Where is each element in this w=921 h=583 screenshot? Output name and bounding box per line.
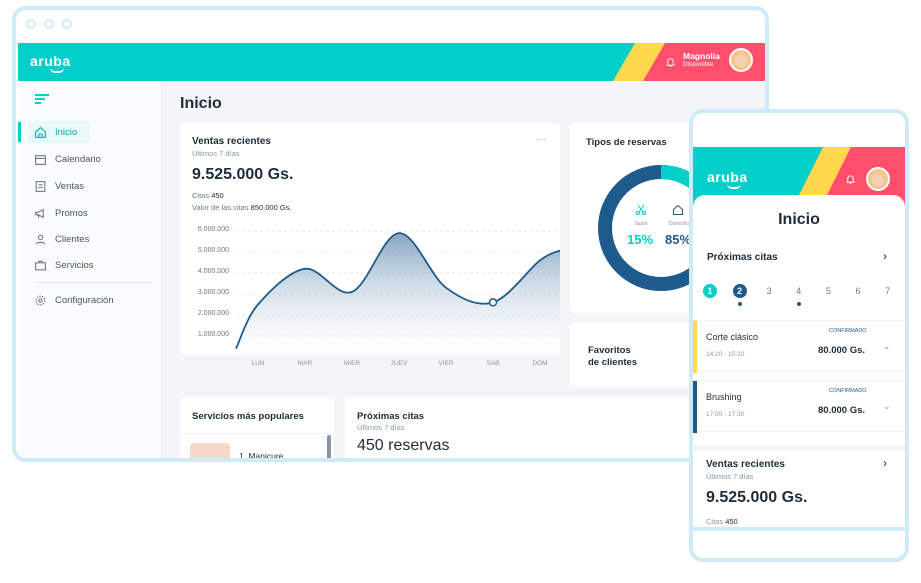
upcoming-count: 450 reservas — [357, 437, 450, 454]
phone-sales-subtitle: Últimos 7 días — [706, 472, 754, 481]
menu-icon[interactable] — [34, 93, 50, 105]
sidebar-item-clientes[interactable]: Clientes — [34, 229, 89, 249]
salon-percent: 15% — [627, 232, 654, 247]
sidebar-item-promos[interactable]: Promos — [34, 203, 88, 223]
scrollbar[interactable] — [327, 435, 331, 458]
manicure-thumbnail — [190, 443, 230, 458]
user-name: Magnolia — [683, 51, 720, 61]
popular-services-card: Servicios más populares 1. Manicure — [180, 397, 334, 458]
upcoming-title: Próximas citas — [357, 411, 425, 422]
day-button-5[interactable]: 5 — [821, 284, 835, 298]
phone-frame: aruba Inicio Próximas citas › 1 2 3 4 5 6 7 Co… — [689, 109, 909, 562]
appointment-1[interactable]: Corte clásico 14:20 - 15:20 CONFIRMADO 8… — [693, 320, 905, 373]
receipt-icon — [35, 180, 46, 192]
day-button-3[interactable]: 3 — [762, 284, 776, 298]
megaphone-icon — [35, 208, 44, 218]
appointment-service: Corte clásico — [706, 332, 759, 342]
user-status: Disponible — [683, 61, 714, 68]
window-dot — [44, 19, 54, 29]
appointment-price: 80.000 Gs. — [818, 405, 866, 416]
day-button-6[interactable]: 6 — [851, 284, 865, 298]
sidebar-item-inicio[interactable]: Inicio — [34, 122, 77, 142]
x-tick-label: MIER — [343, 360, 361, 367]
user-info[interactable]: Magnolia Disponible — [683, 51, 720, 68]
appointment-price: 80.000 Gs. — [818, 345, 866, 356]
x-tick-label: VIER — [438, 360, 454, 367]
chevron-right-icon[interactable]: › — [883, 456, 887, 470]
sidebar-item-servicios[interactable]: Servicios — [34, 255, 94, 275]
appointment-time: 17:00 - 17:30 — [706, 411, 745, 418]
appointment-color-bar — [693, 321, 697, 373]
sidebar-item-configuracion[interactable]: Configuración — [34, 290, 114, 310]
appointment-color-bar — [693, 381, 697, 433]
popular-item[interactable]: 1. Manicure — [239, 451, 283, 458]
sidebar-item-calendario[interactable]: Calendario — [34, 149, 101, 169]
page-title: Inicio — [180, 95, 222, 112]
main-content: Inicio Ventas recientes Últimos 7 días ·… — [162, 81, 765, 458]
sidebar: Inicio Calendario Ventas Promos Clientes… — [18, 81, 162, 458]
home-icon — [35, 126, 46, 138]
house-icon — [673, 204, 683, 215]
phone-title: Inicio — [778, 211, 820, 228]
reservations-title: Tipos de reservas — [586, 137, 667, 148]
app-header: aruba Magnolia Disponible — [18, 43, 765, 81]
appointment-2[interactable]: Brushing 17:00 - 17:30 CONFIRMADO 80.000… — [693, 380, 905, 433]
bell-icon[interactable] — [665, 56, 676, 68]
phone-bell-icon[interactable] — [845, 173, 856, 185]
day-indicator-dot — [737, 302, 742, 306]
day-button-7[interactable]: 7 — [881, 284, 895, 298]
phone-body: Inicio Próximas citas › 1 2 3 4 5 6 7 Corte cl… — [693, 195, 905, 535]
user-icon — [35, 234, 46, 245]
calendar-icon — [35, 154, 46, 165]
window-dot — [62, 19, 72, 29]
domicilio-percent: 85% — [665, 232, 692, 247]
appointment-service: Brushing — [706, 392, 742, 402]
day-indicator-dot — [796, 302, 801, 306]
phone-sales-title: Ventas recientes — [706, 459, 785, 470]
sales-chart — [235, 230, 560, 355]
x-tick-label: JUEV — [390, 360, 408, 367]
briefcase-icon — [35, 260, 46, 270]
appointment-status: CONFIRMADO — [829, 328, 867, 334]
gear-icon — [35, 295, 46, 305]
window-dot — [26, 19, 36, 29]
desktop-window: aruba Magnolia Disponible Inicio Calenda… — [12, 6, 769, 462]
x-tick-label: MAR — [297, 360, 313, 367]
scissors-icon — [636, 204, 646, 215]
phone-citas-row: Citas 450 — [706, 517, 738, 526]
chevron-down-icon[interactable]: ⌄ — [883, 401, 891, 412]
upcoming-subtitle: Últimos 7 días — [357, 423, 405, 432]
favorites-title: Favoritos de clientes — [588, 345, 638, 368]
x-tick-label: DOM — [532, 360, 548, 367]
active-indicator — [18, 122, 21, 142]
x-tick-label: LUN — [251, 360, 265, 367]
sidebar-item-ventas[interactable]: Ventas — [34, 176, 84, 196]
avatar[interactable] — [729, 48, 753, 72]
appointment-time: 14:20 - 15:20 — [706, 351, 745, 358]
phone-avatar[interactable] — [866, 167, 890, 191]
data-point[interactable] — [488, 298, 498, 307]
phone-sales-total: 9.525.000 Gs. — [706, 489, 808, 506]
phone-upcoming-title: Próximas citas — [707, 252, 778, 263]
day-button-2[interactable]: 2 — [732, 284, 747, 298]
chevron-down-icon[interactable]: ⌄ — [883, 341, 891, 352]
appointment-status: CONFIRMADO — [829, 388, 867, 394]
area-fill — [236, 233, 560, 355]
salon-label: Salon — [634, 221, 648, 227]
day-selector: 1 2 3 4 5 6 7 — [693, 284, 905, 308]
upcoming-card: Próximas citas Últimos 7 días 450 reserv… — [345, 397, 705, 458]
chevron-right-icon[interactable]: › — [883, 249, 887, 263]
day-button-1[interactable]: 1 — [703, 284, 717, 298]
x-tick-label: SAB — [486, 360, 500, 367]
day-button-4[interactable]: 4 — [792, 284, 806, 298]
phone-logo[interactable]: aruba — [707, 169, 748, 189]
popular-title: Servicios más populares — [192, 411, 304, 422]
sidebar-divider — [34, 282, 152, 283]
sales-card: Ventas recientes Últimos 7 días ··· 9.52… — [180, 123, 560, 367]
brand-logo[interactable]: aruba — [30, 53, 71, 73]
